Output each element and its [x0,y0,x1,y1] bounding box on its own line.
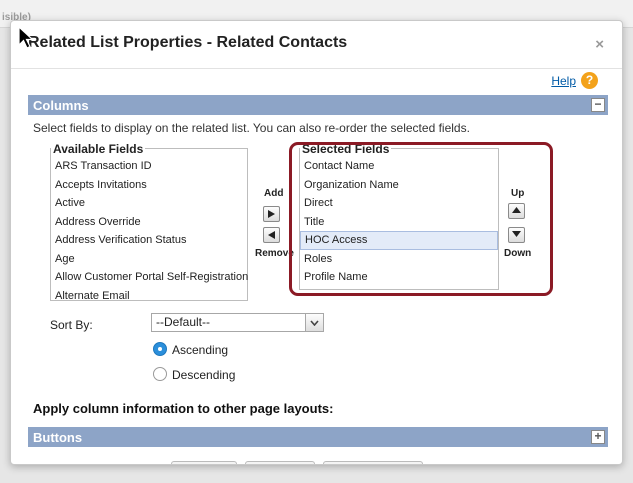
sort-by-value: --Default-- [156,315,211,329]
available-fields-legend: Available Fields [51,142,146,156]
apply-column-heading: Apply column information to other page l… [33,401,334,416]
chevron-down-icon[interactable] [305,313,324,332]
mouse-cursor-icon [18,26,34,49]
columns-section-title: Columns [33,98,89,113]
related-list-properties-dialog: Related List Properties - Related Contac… [10,20,623,465]
descending-label: Descending [172,368,236,382]
list-item[interactable]: Alternate Email [51,287,247,306]
ascending-label: Ascending [172,343,229,357]
add-label: Add [264,188,284,199]
list-item[interactable]: Allow Customer Portal Self-Registration [51,268,248,287]
sort-by-label: Sort By: [50,318,93,332]
columns-section-header[interactable]: Columns − [28,95,608,115]
add-button[interactable] [263,206,280,222]
default-button-stub[interactable] [323,461,423,464]
descending-radio[interactable] [153,367,167,381]
standard-button-stub[interactable] [171,461,237,464]
available-fields-list[interactable]: ARS Transaction ID Accepts Invitations Act… [50,148,248,302]
list-item[interactable]: Organization Name [300,176,498,195]
move-up-button[interactable] [508,203,525,219]
list-item[interactable]: Address Override [51,213,247,232]
custom-button-stub[interactable] [245,461,315,464]
list-item[interactable]: Profile Name [300,268,498,287]
dialog-title: Related List Properties - Related Contac… [28,34,348,51]
list-item[interactable]: Title [300,213,498,232]
selected-fields-list[interactable]: Contact Name Organization Name Direct Title… [299,148,499,290]
expand-icon[interactable]: + [591,430,605,444]
list-item[interactable]: Active [51,194,247,213]
ascending-radio[interactable] [153,342,167,356]
close-icon[interactable]: × [595,36,604,53]
list-item[interactable]: Contact Name [300,157,498,176]
list-item[interactable]: Address Verification Status [51,231,247,250]
list-item[interactable]: Roles [300,250,498,269]
up-label: Up [511,188,525,199]
help-link[interactable]: Help [551,74,576,88]
move-down-button[interactable] [508,227,525,243]
up-arrow-icon [512,207,521,213]
down-arrow-icon [512,231,521,237]
dialog-header: Related List Properties - Related Contac… [11,21,622,69]
buttons-section-title: Buttons [33,430,83,445]
right-arrow-icon [268,210,275,218]
remove-label: Remove [255,248,294,259]
list-item[interactable]: Direct [300,194,498,213]
list-item[interactable]: HOC Access [300,231,498,250]
list-item[interactable]: ARS Transaction ID [51,157,247,176]
list-item[interactable]: Age [51,250,247,269]
selected-fields-legend: Selected Fields [300,142,392,156]
sort-by-select[interactable]: --Default-- [151,313,324,332]
buttons-section-header[interactable]: Buttons + [28,427,608,447]
columns-description: Select fields to display on the related … [33,121,470,135]
remove-button[interactable] [263,227,280,243]
collapse-icon[interactable]: − [591,98,605,112]
left-arrow-icon [268,231,275,239]
down-label: Down [504,248,532,259]
help-icon[interactable]: ? [581,72,598,89]
list-item[interactable]: Accepts Invitations [51,176,247,195]
